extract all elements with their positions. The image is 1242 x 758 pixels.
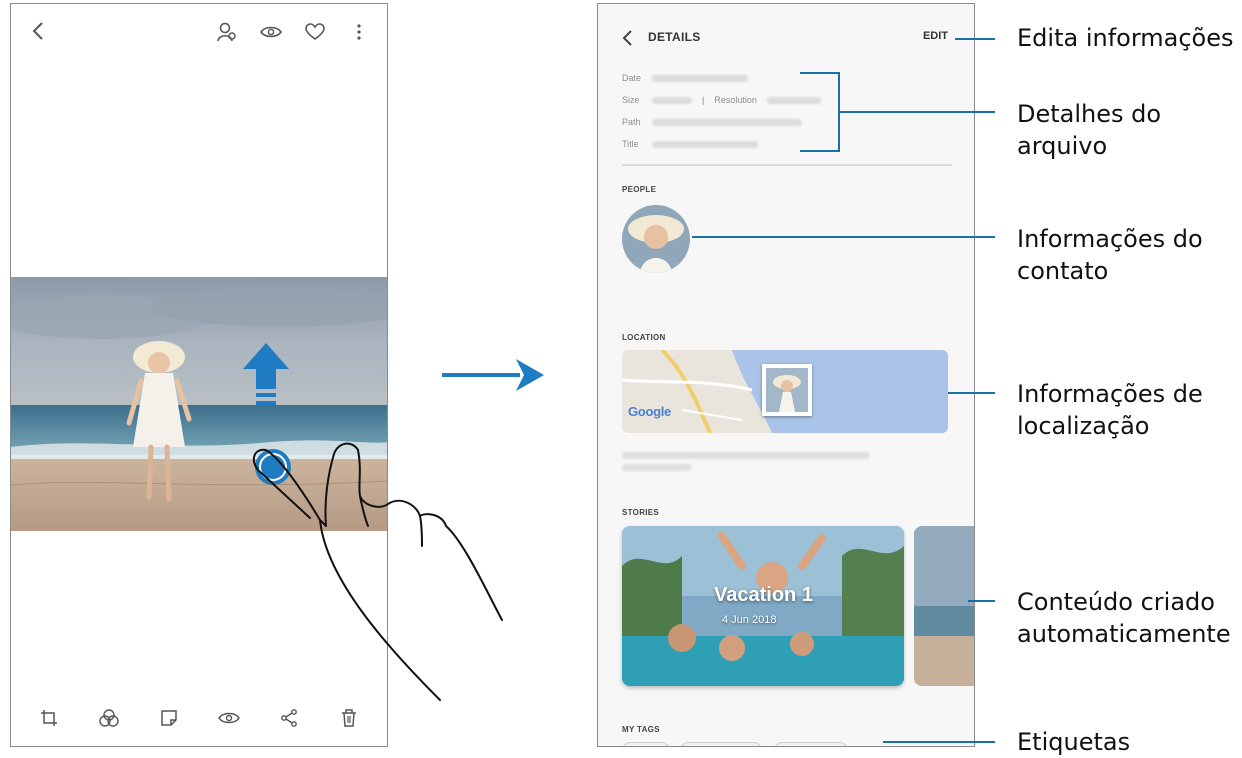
heart-icon[interactable] [303,20,327,44]
section-my-tags: MY TAGS [622,725,660,734]
leader-line-contact [692,236,995,238]
share-icon[interactable] [277,706,301,730]
leader-line-file-details [840,111,995,113]
callout-tags: Etiquetas [1017,728,1131,756]
section-location: LOCATION [622,333,666,342]
section-people: PEOPLE [622,185,657,194]
blurred-value [652,140,758,148]
viewer-top-bar [11,4,387,64]
callout-edit: Edita informações [1017,24,1234,52]
edit-button[interactable]: EDIT [923,30,948,42]
transition-arrow [440,355,546,395]
tag-chip[interactable] [774,742,848,746]
story-card[interactable]: Vacation 1 4 Jun 2018 [622,526,904,686]
tag-chip[interactable] [680,742,762,746]
page-title: DETAILS [648,30,701,44]
divider [622,164,952,166]
leader-line-edit [955,38,995,40]
location-map[interactable]: Google [622,350,948,433]
story-title: Vacation 1 [714,584,813,606]
story-card-next[interactable] [914,526,974,686]
meta-key: Size [622,95,640,105]
meta-row-size: Size | Resolution [622,89,952,111]
leader-line-tags [883,741,995,743]
blurred-value [652,96,692,104]
callout-auto-content: Conteúdo criado automaticamente [1017,588,1231,648]
details-header: DETAILS EDIT [598,4,974,68]
filter-icon[interactable] [97,706,121,730]
gallery-viewer-screen [10,3,388,747]
callout-file-details: Detalhes do arquivo [1017,100,1162,160]
blurred-address [622,452,870,459]
sticker-icon[interactable] [157,706,181,730]
more-options-icon[interactable] [347,20,371,44]
details-screen: DETAILS EDIT Date Size | Resolution Path… [597,3,975,747]
story-date: 4 Jun 2018 [722,614,777,626]
back-icon[interactable] [618,26,636,50]
back-icon[interactable] [27,18,49,44]
trash-icon[interactable] [337,706,361,730]
meta-key: Title [622,139,639,149]
photo-location-pin [762,364,812,416]
callout-contact: Informações do contato [1017,225,1203,285]
leader-line-stories [968,600,995,602]
eye-icon[interactable] [259,20,283,44]
bixby-vision-icon[interactable] [215,20,239,44]
viewer-bottom-bar [11,690,387,746]
meta-key: Date [622,73,642,83]
section-stories: STORIES [622,508,660,517]
meta-row-path: Path [622,111,952,133]
blurred-value [652,74,748,82]
google-logo: Google [628,404,671,419]
meta-key: Path [622,117,641,127]
leader-line-location [948,392,995,394]
meta-row-title: Title [622,133,952,155]
tag-chip[interactable] [622,742,670,746]
callout-location: Informações de localização [1017,380,1203,440]
blurred-value [766,96,821,104]
blurred-value [652,118,802,126]
blurred-address [622,464,692,471]
person-avatar[interactable] [622,205,690,273]
bixby-eye-icon[interactable] [217,706,241,730]
meta-key: Resolution [714,95,757,105]
meta-row-date: Date [622,67,952,89]
bracket-bottom [800,150,840,152]
bracket-top [800,72,840,74]
beach-photo[interactable] [11,277,387,531]
crop-icon[interactable] [37,706,61,730]
